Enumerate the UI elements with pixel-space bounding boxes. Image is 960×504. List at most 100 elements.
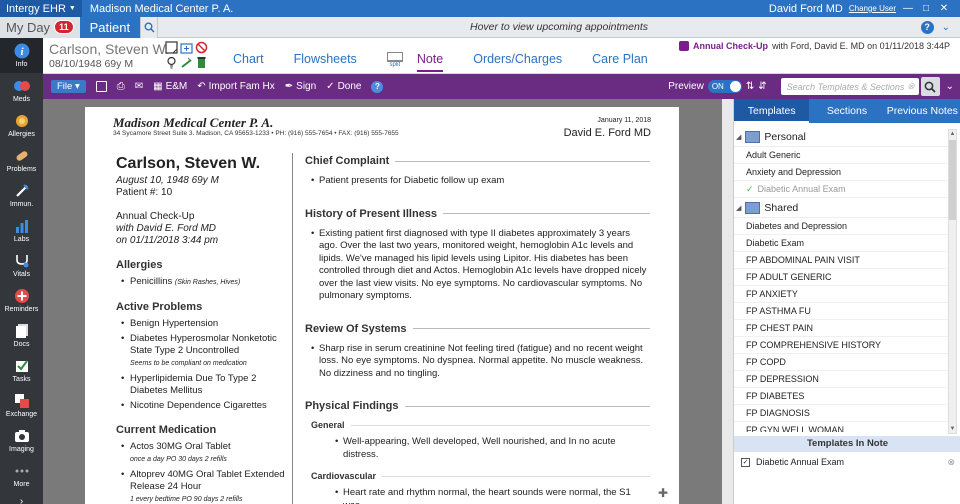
hpi-heading[interactable]: History of Present Illness xyxy=(305,208,650,220)
no-symbol-icon[interactable] xyxy=(195,41,208,54)
pill-bottle-icon[interactable] xyxy=(195,56,208,69)
physical-findings-heading[interactable]: Physical Findings xyxy=(305,400,650,412)
preview-toggle[interactable]: ON xyxy=(707,80,742,93)
collapse-icon[interactable]: ⌄ xyxy=(942,22,950,33)
patient-name[interactable]: Carlson, Steven W. xyxy=(49,41,169,57)
rail-item-labs[interactable]: Labs xyxy=(0,213,43,248)
template-item[interactable]: FP ABDOMINAL PAIN VISIT xyxy=(734,252,948,269)
template-item[interactable]: Diabetes and Depression xyxy=(734,218,948,235)
help-icon[interactable]: ? xyxy=(920,20,934,34)
problems-heading[interactable]: Active Problems xyxy=(116,301,286,313)
template-item[interactable]: FP GYN WELL WOMAN xyxy=(734,422,948,432)
rail-item-info[interactable]: i Info xyxy=(0,38,43,73)
med-note: 1 every bedtime PO 90 days 2 refills xyxy=(130,496,243,503)
rail-item-more[interactable]: More xyxy=(0,458,43,493)
tab-care-plan[interactable]: Care Plan xyxy=(592,52,648,72)
rail-item-vitals[interactable]: Vitals xyxy=(0,248,43,283)
rail-item-docs[interactable]: Docs xyxy=(0,318,43,353)
allergies-heading[interactable]: Allergies xyxy=(116,259,286,271)
template-item[interactable]: FP DEPRESSION xyxy=(734,371,948,388)
expand-all-icon[interactable]: ⇅ xyxy=(746,81,754,92)
save-button[interactable] xyxy=(95,81,107,92)
rail-item-exchange[interactable]: Exchange xyxy=(0,388,43,423)
tab-previous-notes[interactable]: Previous Notes xyxy=(885,99,960,123)
ros-heading[interactable]: Review Of Systems xyxy=(305,323,650,335)
medication-heading[interactable]: Current Medication xyxy=(116,424,286,436)
template-search-button[interactable] xyxy=(920,77,940,96)
rail-item-label: Info xyxy=(15,61,28,68)
template-item-label: FP ADULT GENERIC xyxy=(746,272,832,282)
scroll-up-icon[interactable]: ▲ xyxy=(949,130,956,138)
minimize-icon[interactable]: — xyxy=(902,3,914,14)
tab-sections[interactable]: Sections xyxy=(809,99,884,123)
note-icon[interactable] xyxy=(165,41,178,54)
template-item[interactable]: FP DIAGNOSIS xyxy=(734,405,948,422)
tab-myday[interactable]: My Day 11 xyxy=(0,16,80,38)
add-icon[interactable]: ✚ xyxy=(658,487,668,500)
rail-item-allergies[interactable]: Allergies xyxy=(0,108,43,143)
tab-chart[interactable]: Chart xyxy=(233,52,264,72)
template-item[interactable]: FP DIABETES xyxy=(734,388,948,405)
rail-item-meds[interactable]: Meds xyxy=(0,73,43,108)
toggle-label: ON xyxy=(711,82,724,91)
rail-item-tasks[interactable]: Tasks xyxy=(0,353,43,388)
sign-button[interactable]: ✒ Sign xyxy=(285,81,316,92)
template-in-note-label: Diabetic Annual Exam xyxy=(756,457,845,467)
upcoming-appointments-hint[interactable]: Hover to view upcoming appointments xyxy=(470,21,648,33)
template-item[interactable]: FP ANXIETY xyxy=(734,286,948,303)
template-item[interactable]: Diabetic Exam xyxy=(734,235,948,252)
smoking-icon[interactable] xyxy=(180,56,193,69)
template-list-scrollbar[interactable]: ▲ ▼ xyxy=(948,129,957,434)
em-button[interactable]: ▦ E&M xyxy=(153,81,187,92)
tab-templates[interactable]: Templates xyxy=(734,99,810,123)
template-in-note-row[interactable]: ✓ Diabetic Annual Exam ⊗ xyxy=(734,453,960,471)
tab-note[interactable]: Note xyxy=(416,52,444,72)
file-menu-button[interactable]: File ▾ xyxy=(51,80,86,93)
rail-item-problems[interactable]: Problems xyxy=(0,143,43,178)
change-user-link[interactable]: Change User xyxy=(849,4,896,13)
import-fam-hx-button[interactable]: ↶ Import Fam Hx xyxy=(197,81,275,92)
patient-search-button[interactable] xyxy=(140,16,159,38)
app-menu-button[interactable]: Intergy EHR ▼ xyxy=(0,0,82,17)
appointment-info[interactable]: Annual Check-Up with Ford, David E. MD o… xyxy=(679,41,950,51)
template-item[interactable]: FP CHEST PAIN xyxy=(734,320,948,337)
close-icon[interactable]: ✕ xyxy=(938,3,950,14)
chief-complaint-heading[interactable]: Chief Complaint xyxy=(305,155,650,167)
clear-icon[interactable]: ⊗ xyxy=(907,81,915,92)
split-view-button[interactable]: split xyxy=(386,52,403,68)
rail-item-immunization[interactable]: Immun. xyxy=(0,178,43,213)
group-personal[interactable]: ◢ Personal xyxy=(734,127,948,147)
print-button[interactable]: ⎙ xyxy=(117,81,125,92)
toolbar-help-button[interactable]: ? xyxy=(371,80,384,93)
group-shared[interactable]: ◢ Shared xyxy=(734,198,948,218)
template-item[interactable]: Anxiety and Depression xyxy=(734,164,948,181)
medical-bag-icon[interactable] xyxy=(180,41,193,54)
tab-flowsheets[interactable]: Flowsheets xyxy=(294,52,357,72)
checkbox[interactable]: ✓ xyxy=(741,457,750,467)
collapse-all-icon[interactable]: ⇵ xyxy=(758,81,766,92)
tab-orders-charges[interactable]: Orders/Charges xyxy=(473,52,562,72)
template-item[interactable]: FP ADULT GENERIC xyxy=(734,269,948,286)
template-item[interactable]: FP COPD xyxy=(734,354,948,371)
template-item[interactable]: Adult Generic xyxy=(734,147,948,164)
tab-patient[interactable]: Patient xyxy=(79,16,141,38)
panel-collapse-icon[interactable]: ⌄ xyxy=(946,81,954,92)
lightbulb-icon[interactable] xyxy=(165,56,178,69)
rail-expand-icon[interactable]: › xyxy=(0,493,43,504)
remove-icon[interactable]: ⊗ xyxy=(947,457,955,468)
maximize-icon[interactable]: □ xyxy=(920,3,932,14)
done-button[interactable]: ✓ Done xyxy=(326,81,361,92)
rail-item-reminders[interactable]: Reminders xyxy=(0,283,43,318)
template-item[interactable]: FP ASTHMA FU xyxy=(734,303,948,320)
scroll-down-icon[interactable]: ▼ xyxy=(949,425,956,433)
template-item[interactable]: ✓ Diabetic Annual Exam xyxy=(734,181,948,198)
checkmark-icon: ✓ xyxy=(746,184,754,194)
scroll-thumb[interactable] xyxy=(949,140,956,220)
cardiovascular-subheading[interactable]: Cardiovascular xyxy=(311,471,650,481)
splitter[interactable] xyxy=(722,99,733,504)
rail-item-imaging[interactable]: Imaging xyxy=(0,423,43,458)
general-subheading[interactable]: General xyxy=(311,420,650,430)
template-search-input[interactable]: Search Templates & Sections ⊗ xyxy=(780,78,919,95)
email-button[interactable]: ✉ xyxy=(135,81,143,92)
template-item[interactable]: FP COMPREHENSIVE HISTORY xyxy=(734,337,948,354)
